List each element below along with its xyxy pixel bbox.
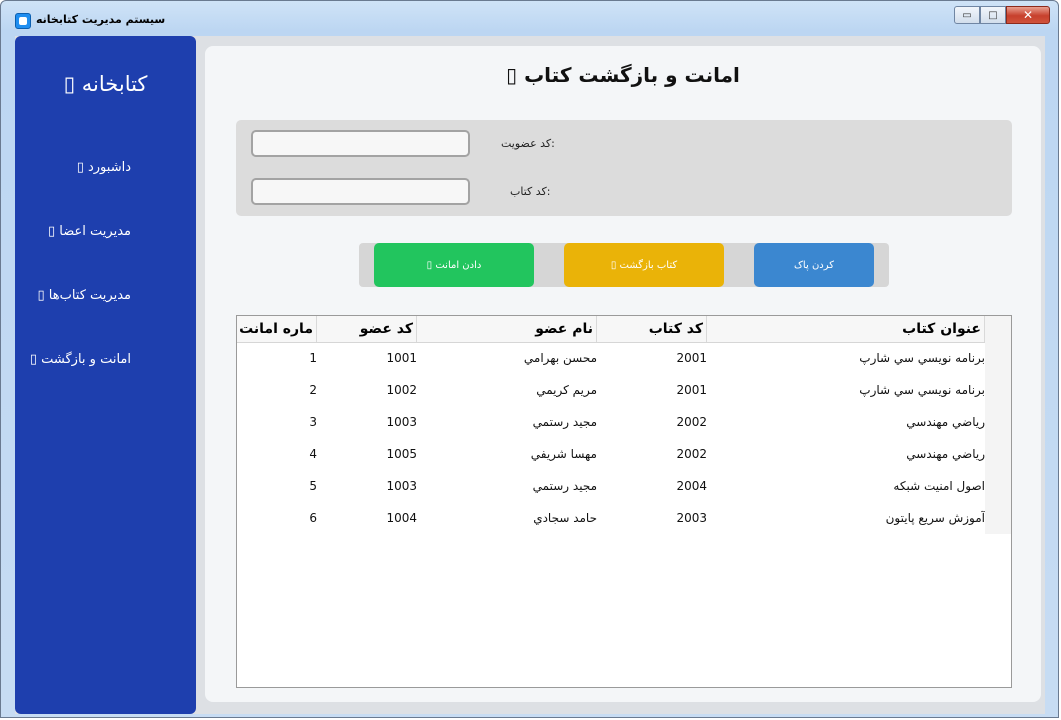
cell-member-name: مجيد رستمي xyxy=(532,415,597,429)
cell-member-code: 1005 xyxy=(386,447,417,461)
cell-book-title: رياضي مهندسي xyxy=(906,415,985,429)
cell-member-code: 1002 xyxy=(386,383,417,397)
sidebar-item-books[interactable]: مدیریت کتاب‌ها ▯ xyxy=(37,288,131,303)
cell-book-title: برنامه نويسي سي شارپ xyxy=(859,351,985,365)
cell-loan-id: 1 xyxy=(309,351,317,365)
cell-member-name: محسن بهرامي xyxy=(523,351,597,365)
table-row[interactable]: 2 1002 مريم کريمي 2001 برنامه نويسي سي ش… xyxy=(237,374,985,406)
column-header-member-code[interactable]: کد عضو xyxy=(317,316,417,342)
sidebar-item-dashboard[interactable]: داشبورد ▯ xyxy=(77,160,131,175)
cell-loan-id: 3 xyxy=(309,415,317,429)
close-button[interactable]: ✕ xyxy=(1006,6,1050,24)
page-title: امانت و بازگشت کتاب ▯ xyxy=(506,63,740,87)
table-header: ماره امانت کد عضو نام عضو کد کتاب عنوان … xyxy=(237,316,985,343)
main-panel: امانت و بازگشت کتاب ▯ :کد عضویت :کد کتاب… xyxy=(205,46,1041,702)
cell-member-name: مجيد رستمي xyxy=(532,479,597,493)
window-title: سیستم مدیریت کتابخانه xyxy=(36,13,166,26)
cell-member-code: 1001 xyxy=(386,351,417,365)
lend-button[interactable]: دادن امانت ▯ xyxy=(374,243,534,287)
sidebar-brand: کتابخانه ▯ xyxy=(63,72,148,96)
cell-book-title: اصول امنيت شبكه xyxy=(893,479,985,493)
table-row[interactable]: 6 1004 حامد سجادي 2003 آموزش سريع پايتون xyxy=(237,502,985,534)
cell-book-title: رياضي مهندسي xyxy=(906,447,985,461)
column-header-loan-id[interactable]: ماره امانت xyxy=(237,316,317,342)
cell-book-title: آموزش سريع پايتون xyxy=(885,511,985,525)
member-code-input[interactable] xyxy=(251,130,470,157)
book-code-label: :کد کتاب xyxy=(510,185,551,198)
title-bar[interactable]: سیستم مدیریت کتابخانه ▭ □ ✕ xyxy=(1,1,1058,35)
sidebar-item-loans[interactable]: امانت و بازگشت ▯ xyxy=(30,352,131,367)
book-code-input[interactable] xyxy=(251,178,470,205)
cell-loan-id: 2 xyxy=(309,383,317,397)
app-icon xyxy=(15,13,31,29)
clear-button[interactable]: کردن پاک xyxy=(754,243,874,287)
cell-book-code: 2004 xyxy=(676,479,707,493)
cell-book-code: 2002 xyxy=(676,415,707,429)
table-row[interactable]: 1 1001 محسن بهرامي 2001 برنامه نويسي سي … xyxy=(237,342,985,374)
window-controls: ▭ □ ✕ xyxy=(954,6,1050,24)
client-area: کتابخانه ▯ داشبورد ▯ مدیریت اعضا ▯ مدیری… xyxy=(15,36,1045,714)
cell-loan-id: 4 xyxy=(309,447,317,461)
cell-member-code: 1003 xyxy=(386,415,417,429)
column-header-book-code[interactable]: کد کتاب xyxy=(597,316,707,342)
loans-table[interactable]: ماره امانت کد عضو نام عضو کد کتاب عنوان … xyxy=(236,315,1012,688)
sidebar: کتابخانه ▯ داشبورد ▯ مدیریت اعضا ▯ مدیری… xyxy=(15,36,196,714)
loan-form: :کد عضویت :کد کتاب xyxy=(236,120,1012,216)
column-header-book-title[interactable]: عنوان کتاب xyxy=(707,316,985,342)
table-row[interactable]: 4 1005 مهسا شريفي 2002 رياضي مهندسي xyxy=(237,438,985,470)
sidebar-item-members[interactable]: مدیریت اعضا ▯ xyxy=(48,224,131,239)
cell-member-name: مهسا شريفي xyxy=(530,447,597,461)
cell-book-code: 2003 xyxy=(676,511,707,525)
cell-loan-id: 6 xyxy=(309,511,317,525)
cell-member-code: 1004 xyxy=(386,511,417,525)
maximize-icon: □ xyxy=(988,9,998,21)
cell-book-code: 2001 xyxy=(676,351,707,365)
minimize-icon: ▭ xyxy=(962,9,972,21)
cell-book-code: 2001 xyxy=(676,383,707,397)
cell-member-code: 1003 xyxy=(386,479,417,493)
cell-book-code: 2002 xyxy=(676,447,707,461)
minimize-button[interactable]: ▭ xyxy=(954,6,980,24)
maximize-button[interactable]: □ xyxy=(980,6,1006,24)
table-row[interactable]: 5 1003 مجيد رستمي 2004 اصول امنيت شبكه xyxy=(237,470,985,502)
action-bar: دادن امانت ▯ کتاب بازگشت ▯ کردن پاک xyxy=(359,243,889,287)
member-code-label: :کد عضویت xyxy=(501,137,555,150)
table-row[interactable]: 3 1003 مجيد رستمي 2002 رياضي مهندسي xyxy=(237,406,985,438)
close-icon: ✕ xyxy=(1022,8,1034,22)
table-side-strip xyxy=(985,316,1011,534)
column-header-member-name[interactable]: نام عضو xyxy=(417,316,597,342)
cell-loan-id: 5 xyxy=(309,479,317,493)
cell-member-name: مريم کريمي xyxy=(536,383,597,397)
cell-book-title: برنامه نويسي سي شارپ xyxy=(859,383,985,397)
return-button[interactable]: کتاب بازگشت ▯ xyxy=(564,243,724,287)
cell-member-name: حامد سجادي xyxy=(533,511,597,525)
app-window: سیستم مدیریت کتابخانه ▭ □ ✕ کتابخانه ▯ د… xyxy=(0,0,1059,718)
